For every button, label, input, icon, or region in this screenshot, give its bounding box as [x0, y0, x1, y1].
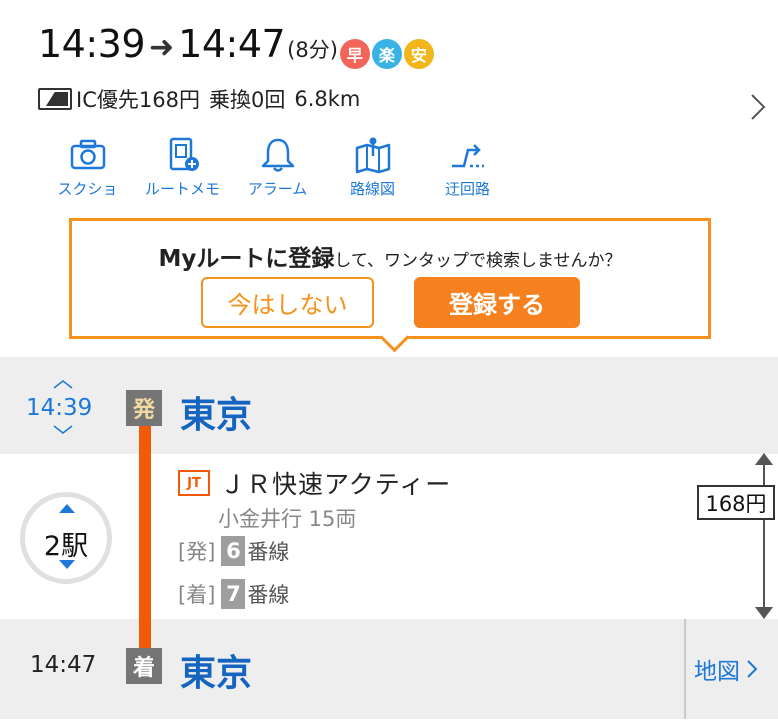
arrival-tag: 着 — [126, 648, 162, 684]
route-map-icon — [355, 137, 390, 174]
departure-row[interactable] — [0, 357, 778, 454]
line-segment-bar — [139, 426, 151, 649]
screenshot-button[interactable]: スクショ — [40, 136, 135, 199]
departure-station[interactable]: 東京 — [180, 386, 252, 438]
route-map-button[interactable]: 路線図 — [325, 136, 420, 199]
arrow-icon: ➜ — [149, 30, 175, 65]
route-detail: 14:39 14:47 発 着 東京 東京 2駅 JT ＪＲ快速アクティー 小金… — [0, 357, 778, 722]
decline-button[interactable]: 今はしない — [201, 277, 374, 328]
jr-logo-icon: JT — [178, 470, 210, 496]
chevron-down-icon[interactable] — [52, 425, 74, 435]
arrival-platform-number: 7 — [221, 579, 246, 609]
fare-amount: 168円 — [138, 88, 200, 112]
arrival-platform: [着] 7 番線 — [178, 579, 289, 609]
bell-icon — [261, 138, 294, 172]
register-button[interactable]: 登録する — [414, 277, 580, 328]
route-memo-label: ルートメモ — [144, 180, 220, 198]
memo-add-icon — [169, 137, 199, 171]
distance: 6.8km — [294, 87, 361, 111]
train-name[interactable]: ＪＲ快速アクティー — [220, 465, 451, 501]
route-map-label: 路線図 — [349, 180, 395, 198]
alarm-label: アラーム — [247, 180, 308, 198]
detour-button[interactable]: 迂回路 — [420, 136, 515, 199]
expand-up-icon — [59, 504, 75, 513]
fast-badge: 早 — [339, 39, 370, 69]
segment-fare: 168円 — [697, 485, 775, 520]
depart-time: 14:39 — [38, 22, 146, 66]
fare-range-bottom-icon — [755, 607, 773, 619]
divider — [684, 619, 686, 719]
duration: (8分) — [287, 38, 338, 62]
departure-platform-prefix: [発] — [178, 540, 216, 564]
promo-message: Myルートに登録して、ワンタップで検索しませんか？ — [72, 239, 708, 273]
action-bar: スクショ ルートメモ アラーム 路線図 迂回路 — [40, 136, 515, 199]
departure-platform-suffix: 番線 — [247, 540, 290, 564]
departure-platform: [発] 6 番線 — [178, 536, 289, 566]
arrival-time: 14:47 — [30, 652, 97, 678]
chevron-right-icon — [747, 660, 758, 678]
route-memo-button[interactable]: ルートメモ — [135, 136, 230, 199]
chevron-right-icon[interactable] — [748, 92, 768, 122]
map-label: 地図 — [694, 659, 740, 685]
promo-title: Myルートに登録 — [158, 246, 335, 272]
map-link[interactable]: 地図 — [694, 652, 758, 686]
arrival-station[interactable]: 東京 — [180, 644, 252, 696]
transfer-count: 乗換0回 — [208, 88, 286, 112]
departure-platform-number: 6 — [221, 536, 246, 566]
cheap-badge: 安 — [403, 39, 434, 69]
detour-label: 迂回路 — [444, 180, 490, 198]
fare-range-top-icon — [755, 453, 773, 465]
arrival-platform-suffix: 番線 — [247, 583, 290, 607]
detour-icon — [451, 144, 484, 168]
stops-toggle[interactable]: 2駅 — [20, 492, 112, 584]
arrival-platform-prefix: [着] — [178, 583, 216, 607]
chevron-up-icon[interactable] — [52, 379, 74, 389]
departure-tag: 発 — [126, 390, 162, 426]
fare-mode: IC優先 — [76, 88, 139, 112]
promo-subtitle: して、ワンタップで検索しませんか？ — [334, 251, 622, 271]
stop-count: 2駅 — [43, 531, 89, 562]
screenshot-label: スクショ — [57, 180, 118, 198]
myroute-promo-banner: Myルートに登録して、ワンタップで検索しませんか？ 今はしない 登録する — [69, 218, 711, 339]
time-row: 14:39 ➜ 14:47 (8分) 早 楽 安 — [38, 22, 434, 69]
ic-card-icon — [38, 88, 72, 110]
camera-icon — [70, 139, 105, 170]
route-summary: 14:39 ➜ 14:47 (8分) 早 楽 安 IC優先 168円 乗換0回 … — [0, 0, 778, 215]
departure-time: 14:39 — [26, 395, 93, 421]
arrival-row[interactable] — [0, 619, 778, 719]
expand-down-icon — [59, 560, 75, 569]
easy-badge: 楽 — [371, 39, 402, 69]
train-destination: 小金井行 15両 — [218, 507, 357, 531]
arrive-time: 14:47 — [178, 22, 286, 66]
departure-time-adjuster[interactable]: 14:39 — [26, 380, 93, 434]
route-info: IC優先 168円 乗換0回 6.8km — [38, 84, 369, 114]
alarm-button[interactable]: アラーム — [230, 136, 325, 199]
